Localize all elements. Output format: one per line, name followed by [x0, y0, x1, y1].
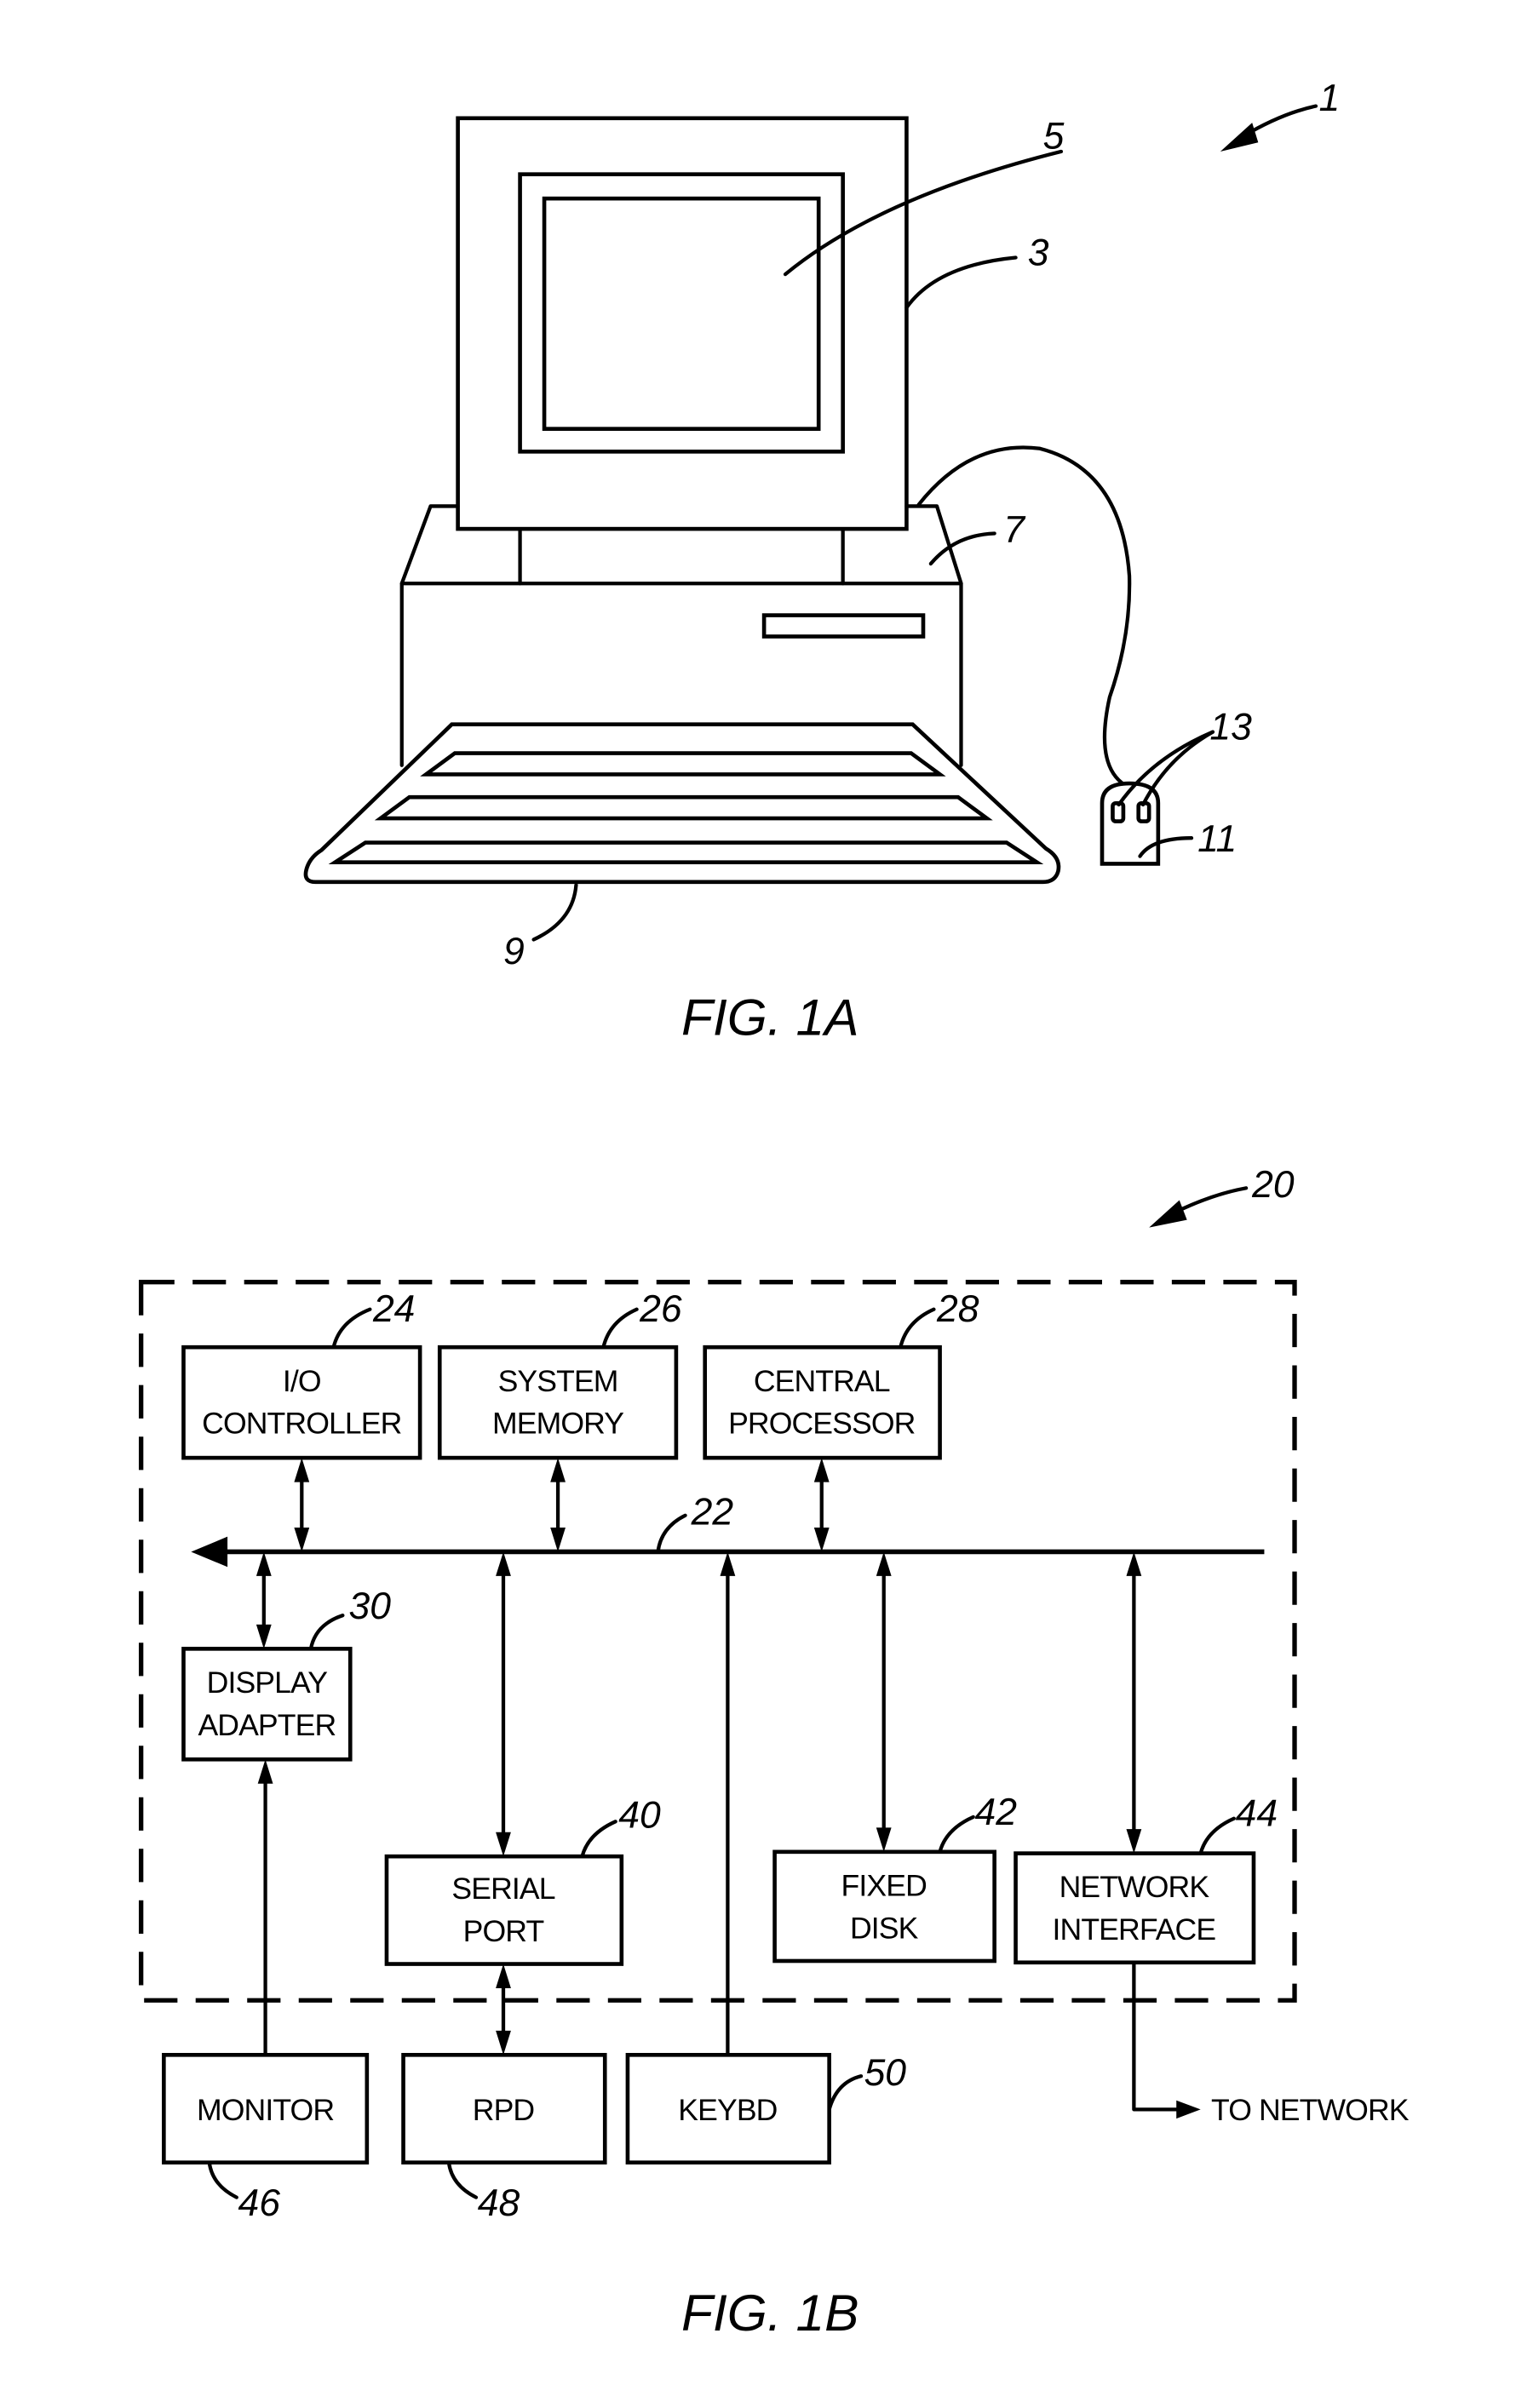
central-processor-label-1: CENTRAL: [754, 1364, 890, 1398]
keybd-label: KEYBD: [678, 2093, 777, 2127]
mouse-cable: [916, 445, 1132, 788]
leader-20: [1173, 1186, 1249, 1214]
keyboard-drawing: [303, 722, 1061, 885]
leader-46: [207, 2160, 238, 2199]
arrow-head: [813, 1458, 830, 1482]
fig-1a: 5 3 7 9 11 13 1 FIG. 1A: [303, 77, 1341, 1046]
monitor-block: MONITOR 46: [162, 1759, 370, 2224]
ref-5: 5: [1043, 115, 1065, 157]
arrow-20-head: [1149, 1200, 1187, 1228]
rpd-block: RPD 48: [401, 1964, 607, 2224]
fixed-disk-label-2: DISK: [850, 1911, 919, 1945]
display-adapter-label-1: DISPLAY: [207, 1666, 328, 1700]
system-memory-label-1: SYSTEM: [498, 1364, 618, 1398]
ref-22: 22: [691, 1491, 734, 1533]
system-memory-block: SYSTEM MEMORY 26: [437, 1288, 682, 1460]
ref-48: 48: [478, 2182, 520, 2224]
network-interface-label-2: INTERFACE: [1053, 1912, 1216, 1946]
arrow-head: [876, 1827, 892, 1852]
leader-26: [601, 1307, 639, 1350]
display-adapter-label-2: ADAPTER: [198, 1708, 336, 1742]
display-adapter-block: DISPLAY ADAPTER 30: [181, 1551, 391, 1762]
arrow-head: [720, 1551, 736, 1576]
leader-40: [580, 1820, 617, 1859]
to-network-line: [1132, 1960, 1181, 2112]
io-controller-label-2: CONTROLLER: [202, 1407, 401, 1441]
network-interface-label-1: NETWORK: [1059, 1870, 1210, 1904]
ref-46: 46: [238, 2182, 281, 2224]
leader-42: [938, 1815, 975, 1854]
monitor-label: MONITOR: [197, 2093, 334, 2127]
arrow-head: [550, 1527, 566, 1552]
ref-26: 26: [639, 1288, 682, 1330]
fixed-disk-label-1: FIXED: [841, 1868, 927, 1902]
figure-caption-1b: FIG. 1B: [681, 2284, 858, 2342]
ref-42: 42: [975, 1792, 1018, 1833]
arrow-head: [1126, 1551, 1142, 1576]
leader-44: [1198, 1816, 1236, 1855]
monitor-drawing: [456, 116, 909, 586]
bus-arrow-head: [191, 1536, 228, 1568]
central-processor-label-2: PROCESSOR: [728, 1407, 916, 1441]
leader-30: [308, 1614, 345, 1651]
ref-7: 7: [1003, 509, 1026, 551]
arrow-head: [813, 1527, 830, 1552]
patent-drawing-sheet: 5 3 7 9 11 13 1 FIG. 1A 20 22 I/O CONTRO…: [138, 77, 1410, 2342]
arrow-head: [294, 1458, 310, 1482]
ref-50: 50: [864, 2052, 907, 2094]
arrow-head: [496, 2030, 511, 2055]
arrow-head: [256, 1551, 272, 1576]
central-processor-block: CENTRAL PROCESSOR 28: [703, 1288, 979, 1460]
arrow-head: [256, 1624, 272, 1649]
ref-11: 11: [1197, 818, 1237, 860]
keybd-block: KEYBD 50: [625, 2052, 907, 2164]
ref-40: 40: [618, 1794, 661, 1836]
arrow-head: [294, 1527, 310, 1552]
to-network-label: TO NETWORK: [1211, 2093, 1410, 2127]
arrow-head: [496, 1832, 511, 1857]
system-memory-label-2: MEMORY: [492, 1407, 623, 1441]
network-interface-block: NETWORK INTERFACE 44 TO NETWORK: [1014, 1551, 1410, 2127]
leader-24: [331, 1307, 372, 1350]
keyboard-row-2: [374, 794, 993, 821]
keyboard-row-1: [420, 751, 946, 777]
serial-port-block: SERIAL PORT 40: [384, 1551, 661, 1966]
ref-9: 9: [503, 931, 525, 972]
arrow-head: [1126, 1829, 1142, 1854]
leader-28: [899, 1307, 936, 1350]
serial-port-label-1: SERIAL: [451, 1872, 554, 1906]
ref-13: 13: [1209, 707, 1252, 748]
fig-1b: 20 22 I/O CONTROLLER 24 SYSTEM MEMORY 26…: [138, 1164, 1410, 2342]
arrow-head: [257, 1759, 273, 1784]
ref-28: 28: [936, 1288, 979, 1330]
ref-20: 20: [1251, 1164, 1295, 1206]
to-network-arrow-head: [1176, 2100, 1201, 2119]
arrow-head: [496, 1964, 511, 1989]
io-controller-block: I/O CONTROLLER 24: [181, 1288, 422, 1460]
arrow-head: [496, 1551, 511, 1576]
fixed-disk-block: FIXED DISK 42: [772, 1551, 1018, 1964]
rpd-label: RPD: [473, 2093, 534, 2127]
arrow-head: [876, 1551, 892, 1576]
arrow-head: [550, 1458, 566, 1482]
serial-port-label-2: PORT: [463, 1914, 544, 1948]
leader-22: [656, 1513, 687, 1554]
ref-24: 24: [372, 1288, 415, 1330]
figure-caption-1a: FIG. 1A: [681, 989, 858, 1046]
screen: [542, 196, 821, 431]
leader-50: [827, 2074, 864, 2112]
disk-drive-slot: [761, 613, 926, 639]
keyboard-row-3: [328, 840, 1044, 864]
leader-7: [928, 531, 996, 566]
ref-3: 3: [1028, 232, 1049, 273]
ref-44: 44: [1236, 1793, 1278, 1835]
ref-30: 30: [348, 1585, 391, 1627]
arrow-1-head: [1220, 123, 1259, 152]
io-controller-label-1: I/O: [283, 1364, 321, 1398]
ref-1: 1: [1319, 77, 1341, 119]
leader-48: [446, 2160, 479, 2199]
top-connectors: [294, 1458, 830, 1552]
leader-9: [531, 883, 578, 942]
leader-3: [904, 255, 1018, 310]
